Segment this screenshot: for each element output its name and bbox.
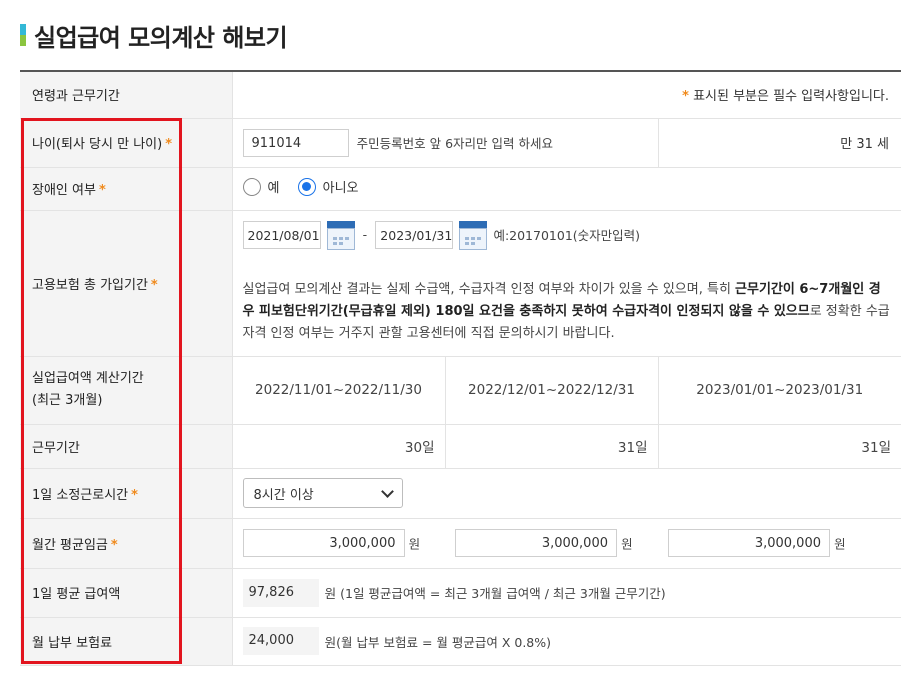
date-separator: - (362, 227, 368, 242)
calc-period-2: 2022/12/01~2022/12/31 (444, 356, 658, 425)
monthly-wage-input-2[interactable]: 3,000,000 (455, 529, 617, 557)
calculator-form: 연령과 근무기간 * 표시된 부분은 필수 입력사항입니다. 나이(퇴사 당시 … (20, 70, 902, 666)
chevron-down-icon (380, 484, 394, 498)
calc-period-3: 2023/01/01~2023/01/31 (657, 356, 902, 425)
daily-benefit-cell: 97,826 원 (1일 평균급여액 = 최근 3개월 급여액 / 최근 3개월… (232, 568, 902, 618)
age-result: 만 31 세 (657, 118, 902, 168)
daily-benefit-value: 97,826 (242, 578, 319, 607)
daily-hours-select[interactable]: 8시간 이상 (242, 478, 403, 508)
disability-options: 예 아니오 (232, 167, 902, 211)
monthly-premium-row: 월 납부 보험료 24,000 원(월 납부 보험료 = 월 평균급여 X 0.… (20, 617, 902, 666)
required-star-icon: * (165, 137, 172, 152)
daily-hours-row: 1일 소정근로시간 * 8시간 이상 (20, 468, 902, 519)
monthly-wage-row: 월간 평균임금 * 3,000,000 원 3,000,000 원 3,000,0… (20, 518, 902, 569)
insurance-period-row: 고용보험 총 가입기간 * 2021/08/01 - 2023/01/31 예:2… (20, 210, 902, 357)
calendar-icon-start[interactable] (326, 220, 355, 250)
title-accent-icon (20, 24, 26, 46)
monthly-premium-cell: 24,000 원(월 납부 보험료 = 월 평균급여 X 0.8%) (232, 617, 902, 666)
disclaimer-note: 실업급여 모의계산 결과는 실제 수급액, 수급자격 인정 여부와 차이가 있을… (242, 281, 890, 341)
header-row: 연령과 근무기간 * 표시된 부분은 필수 입력사항입니다. (20, 70, 902, 119)
work-days-2: 31일 (444, 424, 658, 469)
disability-no-radio[interactable]: 아니오 (297, 177, 359, 196)
required-star-icon: * (682, 89, 689, 105)
monthly-premium-desc: 원(월 납부 보험료 = 월 평균급여 X 0.8%) (324, 634, 552, 650)
birthdate-hint: 주민등록번호 앞 6자리만 입력 하세요 (356, 136, 553, 151)
monthly-premium-label: 월 납부 보험료 (20, 617, 233, 666)
start-date-input[interactable]: 2021/08/01 (242, 220, 321, 249)
end-date-input[interactable]: 2023/01/31 (375, 220, 454, 249)
disability-label: 장애인 여부 * (20, 167, 233, 211)
daily-hours-cell: 8시간 이상 (232, 468, 902, 519)
work-days-1: 30일 (232, 424, 445, 469)
birthdate-input[interactable]: 911014 (242, 128, 349, 157)
monthly-wage-label: 월간 평균임금 * (20, 518, 233, 569)
age-row: 나이(퇴사 당시 만 나이) * 911014 주민등록번호 앞 6자리만 입력 … (20, 118, 902, 168)
insurance-period-label: 고용보험 총 가입기간 * (20, 210, 233, 357)
header-label: 연령과 근무기간 (20, 70, 233, 119)
daily-benefit-desc: 원 (1일 평균급여액 = 최근 3개월 급여액 / 최근 3개월 근무기간) (324, 586, 666, 601)
page-title: 실업급여 모의계산 해보기 (34, 23, 288, 52)
required-star-icon: * (98, 183, 106, 198)
work-days-label: 근무기간 (20, 424, 233, 469)
work-days-3: 31일 (657, 424, 902, 469)
calendar-icon-end[interactable] (459, 220, 488, 250)
monthly-wage-input-3[interactable]: 3,000,000 (668, 529, 830, 557)
monthly-premium-value: 24,000 (242, 627, 319, 655)
required-note: * 표시된 부분은 필수 입력사항입니다. (232, 70, 902, 119)
calc-period-label: 실업급여액 계산기간 (최근 3개월) (20, 356, 233, 425)
monthly-wage-input-1[interactable]: 3,000,000 (242, 529, 405, 557)
work-days-row: 근무기간 30일 31일 31일 (20, 424, 902, 469)
monthly-wage-cell-1: 3,000,000 원 (232, 518, 445, 569)
daily-benefit-row: 1일 평균 급여액 97,826 원 (1일 평균급여액 = 최근 3개월 급여… (20, 568, 902, 618)
required-note-text: 표시된 부분은 필수 입력사항입니다. (693, 89, 890, 105)
disability-yes-radio[interactable]: 예 (242, 177, 279, 196)
date-range: 2021/08/01 - 2023/01/31 예:20170101(숫자만입력… (233, 211, 902, 261)
insurance-period-cell: 2021/08/01 - 2023/01/31 예:20170101(숫자만입력… (232, 210, 902, 357)
disability-row: 장애인 여부 * 예 아니오 (20, 167, 902, 211)
required-star-icon: * (110, 537, 118, 553)
monthly-wage-cell-2: 3,000,000 원 (445, 518, 658, 569)
daily-benefit-label: 1일 평균 급여액 (20, 568, 233, 618)
calc-period-row: 실업급여액 계산기간 (최근 3개월) 2022/11/01~2022/11/30… (20, 356, 902, 425)
page-title-wrap: 실업급여 모의계산 해보기 (20, 18, 288, 52)
calc-period-1: 2022/11/01~2022/11/30 (232, 356, 445, 425)
daily-hours-label: 1일 소정근로시간 * (20, 468, 233, 519)
age-input-cell: 911014 주민등록번호 앞 6자리만 입력 하세요 (232, 118, 658, 168)
monthly-wage-cell-3: 3,000,000 원 (658, 518, 902, 569)
age-label: 나이(퇴사 당시 만 나이) * (20, 118, 233, 168)
date-example: 예:20170101(숫자만입력) (493, 228, 641, 243)
required-star-icon: * (131, 487, 138, 503)
required-star-icon: * (150, 277, 158, 293)
